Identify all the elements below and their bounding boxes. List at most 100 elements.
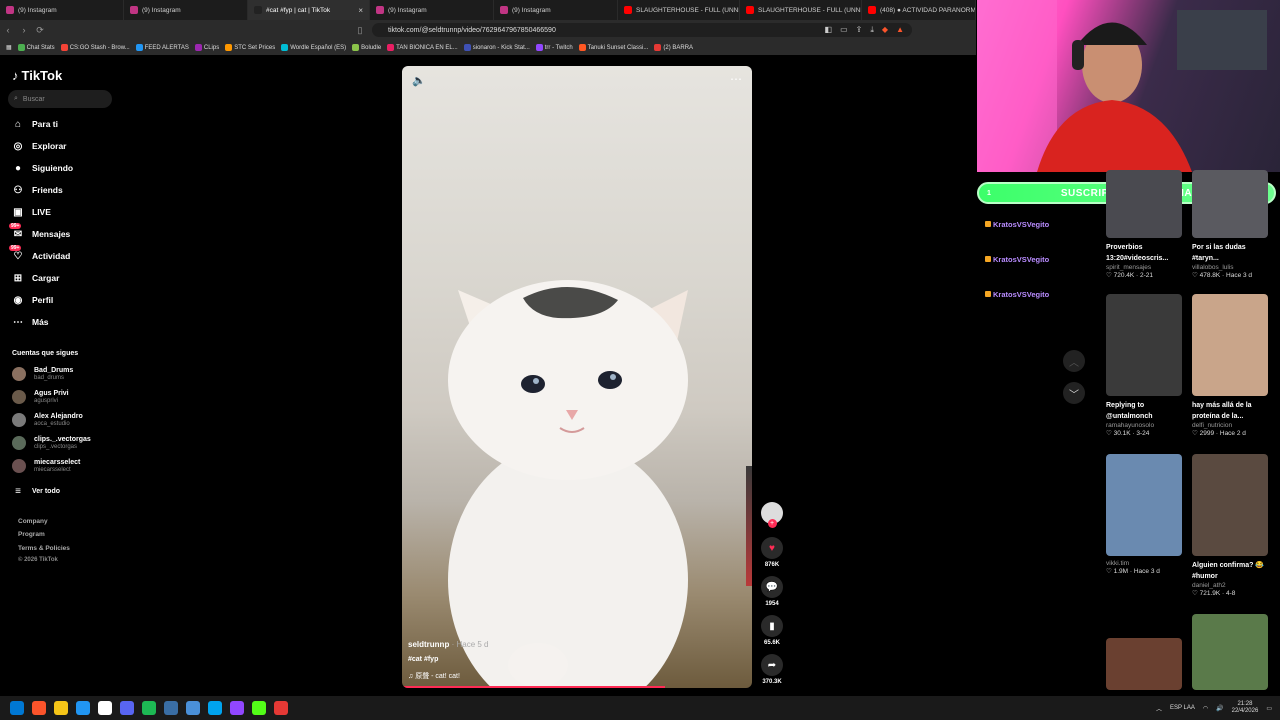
browser-tab[interactable]: (9) Instagram [370, 0, 494, 20]
sidebar-item-friends[interactable]: ⚇ Friends [12, 184, 63, 196]
folder-icon[interactable] [54, 701, 68, 715]
scroll-down-button[interactable]: ﹀ [1063, 382, 1085, 404]
sidebar-item-explorar[interactable]: ◎ Explorar [12, 140, 67, 152]
warning-icon[interactable]: ▲ [896, 25, 904, 35]
youtube-icon[interactable] [274, 701, 288, 715]
share-button[interactable]: ➦ 370.3K [761, 654, 783, 685]
video-card[interactable] [1192, 614, 1268, 690]
video-tags[interactable]: #cat #fyp [408, 656, 438, 663]
bookmark-item[interactable]: FEED ALERTAS [135, 44, 189, 51]
notifications-icon[interactable]: ▭ [1266, 705, 1272, 712]
clock[interactable]: 21:28 22/4/2026 [1232, 701, 1259, 715]
speaker-icon[interactable]: 🔊 [1216, 705, 1223, 712]
video-card[interactable]: Replying to @untalmonch ramahayunosolo ♡ 3… [1106, 294, 1182, 437]
bookmark-item[interactable]: CS:GO Stash - Brow... [60, 44, 130, 51]
bookmark-item[interactable]: STC Set Prices [225, 44, 275, 51]
video-thumbnail[interactable] [1106, 638, 1182, 690]
browser-tab[interactable]: (9) Instagram [0, 0, 124, 20]
video-thumbnail[interactable] [1192, 454, 1268, 556]
cast-icon[interactable]: ▭ [840, 25, 848, 35]
more-options-icon[interactable]: ⋯ [730, 72, 742, 86]
forward-icon[interactable]: › [16, 25, 32, 35]
discord-icon[interactable] [120, 701, 134, 715]
bookmark-item[interactable]: Wordle Español (ES) [281, 44, 346, 51]
chevron-up-tray-icon[interactable]: ︿ [1156, 704, 1162, 713]
footer-link[interactable]: Program [18, 531, 45, 538]
brave-icon[interactable] [32, 701, 46, 715]
bookmark-item[interactable]: Tanuki Sunset Classi... [578, 44, 648, 51]
video-author[interactable]: seldtrunnp · Hace 5 d [408, 640, 488, 649]
sidebar-item-parati[interactable]: ⌂ Para ti [12, 118, 58, 130]
download-icon[interactable]: ⤓ [870, 25, 874, 35]
browser-tab[interactable]: #cat #fyp | cat | TikTok × [248, 0, 370, 20]
footer-link[interactable]: Company [18, 518, 48, 525]
followed-account[interactable]: miecarsselect miecarsselect [12, 459, 80, 473]
sidebar-item-mensajes[interactable]: ✉ 99+ Mensajes [9, 223, 70, 240]
browser-tab[interactable]: (9) Instagram [124, 0, 248, 20]
video-thumbnail[interactable] [1106, 294, 1182, 396]
video-thumbnail[interactable] [1192, 294, 1268, 396]
wifi-icon[interactable]: ◠ [1203, 705, 1208, 712]
footer-link[interactable]: Terms & Policies [18, 545, 70, 552]
video-player[interactable]: 🔈 ⋯ seldtrunnp · Hace 5 d #cat #fyp ♫ 原聲… [402, 66, 752, 688]
brave-shield-icon[interactable]: ◆ [882, 25, 888, 35]
sidebar-item-ms[interactable]: ⋯ Más [12, 316, 49, 328]
kick-icon[interactable] [252, 701, 266, 715]
bookmark-item[interactable]: TAN BIONICA EN EL... [387, 44, 458, 51]
followed-account[interactable]: Agus Privi agusprivi [12, 390, 69, 404]
reload-icon[interactable]: ⟳ [32, 25, 48, 36]
browser-tab[interactable]: SLAUGHTERHOUSE - FULL (UNNERF [740, 0, 862, 20]
followed-account[interactable]: Alex Alejandro aoca_estudio [12, 413, 83, 427]
browser-tab[interactable]: (408) ● ACTIVIDAD PARANORMAL [862, 0, 976, 20]
author-avatar-button[interactable]: + [761, 502, 783, 528]
vscode-icon[interactable] [186, 701, 200, 715]
tiktok-logo[interactable]: ♪ TikTok [12, 68, 62, 83]
save-button[interactable]: ▮ 65.6K [761, 615, 783, 646]
sidebar-item-siguiendo[interactable]: ● Siguiendo [12, 162, 73, 174]
share-icon[interactable]: ⇪ [856, 25, 863, 35]
bookmark-icon[interactable]: ▯ [352, 25, 368, 36]
start-icon[interactable] [10, 701, 24, 715]
language-indicator[interactable]: ESP LAA [1170, 705, 1195, 711]
sidebar-item-live[interactable]: ▣ LIVE [12, 206, 51, 218]
back-icon[interactable]: ‹ [0, 25, 16, 35]
bookmark-item[interactable]: CLips [194, 44, 219, 51]
close-icon[interactable]: × [358, 6, 363, 15]
video-card[interactable] [1106, 638, 1182, 690]
video-thumbnail[interactable] [1106, 170, 1182, 238]
video-card[interactable]: Proverbios 13:20#videoscris... spirit_men… [1106, 170, 1182, 279]
bookmark-item[interactable]: Chat Stats [17, 44, 55, 51]
bookmark-item[interactable]: Boludle [352, 44, 381, 51]
like-button[interactable]: ♥ 876K [761, 537, 783, 568]
see-all-link[interactable]: ≡ Ver todo [12, 485, 60, 497]
followed-account[interactable]: Bad_Drums bad_drums [12, 367, 73, 381]
video-card[interactable]: Alguien confirma? 😂#humor daniel_ath2 ♡ 72… [1192, 454, 1268, 597]
video-card[interactable]: Por si las dudas #taryn... villalobos_lul… [1192, 170, 1268, 279]
bookmark-item[interactable]: sionaron - Kick Stat... [463, 44, 530, 51]
twitch-icon[interactable] [230, 701, 244, 715]
browser-tab[interactable]: SLAUGHTERHOUSE - FULL (UNNERF [618, 0, 740, 20]
spotify-icon[interactable] [142, 701, 156, 715]
followed-account[interactable]: clips._.vectorgas clips_.vectorgas [12, 436, 91, 450]
video-thumbnail[interactable] [1192, 170, 1268, 238]
video-thumbnail[interactable] [1106, 454, 1182, 556]
sidebar-item-perfil[interactable]: ◉ Perfil [12, 294, 54, 306]
app-icon[interactable] [208, 701, 222, 715]
volume-icon[interactable]: 🔈 [412, 74, 426, 87]
video-card[interactable]: vikki.tim ♡ 1.9M · Hace 3 d [1106, 454, 1182, 575]
search-input[interactable]: ⌕ Buscar [8, 90, 112, 108]
comment-button[interactable]: 💬 1954 [761, 576, 783, 607]
steam-icon[interactable] [76, 701, 90, 715]
browser-tab[interactable]: (9) Instagram [494, 0, 618, 20]
app-icon[interactable] [164, 701, 178, 715]
scroll-up-button[interactable]: ︿ [1063, 350, 1085, 372]
apps-icon[interactable]: ▦ [6, 44, 12, 51]
sidebar-item-actividad[interactable]: ♡ 99+ Actividad [9, 245, 70, 262]
video-progress-bar[interactable] [402, 686, 665, 688]
chrome-icon[interactable] [98, 701, 112, 715]
bookmark-item[interactable]: (2) BARRA [654, 44, 693, 51]
video-sound[interactable]: ♫ 原聲 - cat! cat! [408, 671, 460, 681]
follow-plus-icon[interactable]: + [767, 519, 777, 528]
video-thumbnail[interactable] [1192, 614, 1268, 690]
bookmark-item[interactable]: trr - Twitch [535, 44, 573, 51]
